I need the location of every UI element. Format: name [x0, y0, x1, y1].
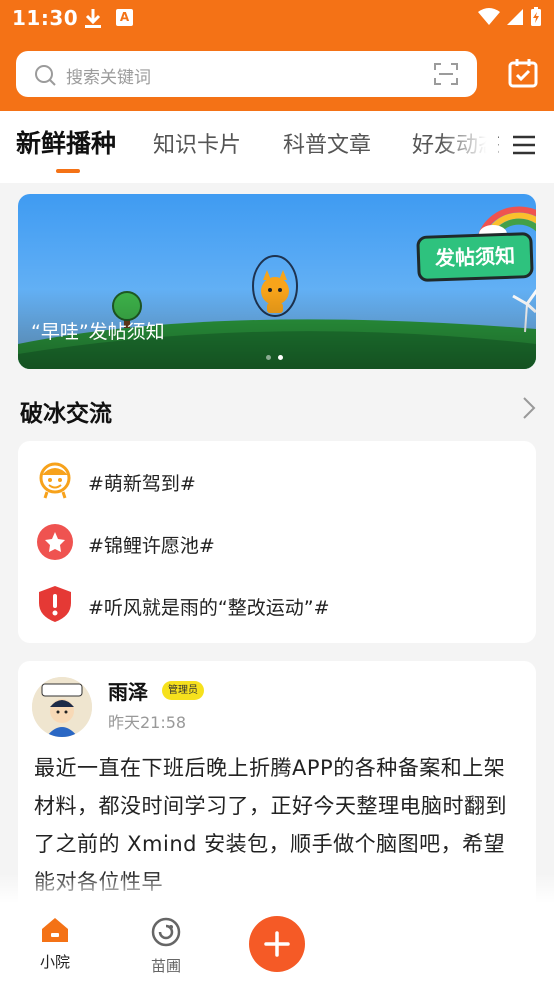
shield-alert-icon [36, 585, 74, 623]
app-notification-icon: A [116, 9, 133, 26]
menu-icon[interactable] [512, 135, 536, 159]
feed-content: 发帖须知 “早哇”发帖须知 破冰交流 #萌新驾到# #锦鲤许愿池# #听风就是雨… [0, 183, 554, 903]
home-icon [42, 918, 68, 942]
content-fade [0, 873, 554, 903]
add-post-button[interactable] [249, 916, 305, 972]
chevron-right-icon[interactable] [522, 396, 536, 424]
flower-icon [36, 523, 74, 561]
signal-icon [507, 9, 523, 25]
wifi-icon [478, 8, 500, 25]
post-card[interactable]: 雨泽 管理员 昨天21:58 最近一直在下班后晚上折腾APP的各种备案和上架材料… [18, 661, 536, 903]
nursery-icon [151, 917, 181, 947]
tab-fresh-sowing[interactable]: 新鲜播种 [16, 124, 116, 160]
banner-caption: “早哇”发帖须知 [31, 321, 165, 343]
topic-item-wishing-pool[interactable]: #锦鲤许愿池# [36, 523, 516, 563]
battery-icon [531, 7, 541, 26]
icebreak-topics-card: #萌新驾到# #锦鲤许愿池# #听风就是雨的“整改运动”# [18, 441, 536, 643]
avatar[interactable] [32, 677, 92, 737]
app-header: 11:30 A 搜索关键词 [0, 0, 554, 111]
icebreak-section-title: 破冰交流 [20, 401, 112, 427]
calendar-check-icon[interactable] [507, 57, 539, 93]
smiley-face-icon [36, 461, 74, 499]
topic-label: #听风就是雨的“整改运动”# [88, 597, 330, 619]
status-indicators [478, 7, 542, 27]
topic-item-rectification[interactable]: #听风就是雨的“整改运动”# [36, 585, 516, 625]
search-bar[interactable]: 搜索关键词 [16, 51, 477, 97]
carousel-indicator [266, 355, 283, 360]
search-icon [33, 63, 57, 91]
topic-label: #萌新驾到# [88, 473, 196, 495]
tabs-fade [440, 111, 498, 183]
admin-badge: 管理员 [162, 681, 204, 700]
topic-label: #锦鲤许愿池# [88, 535, 215, 557]
author-name[interactable]: 雨泽 [108, 676, 148, 705]
nav-label-nursery: 苗圃 [150, 957, 181, 975]
carousel-dot-active [278, 355, 283, 360]
tab-science-articles[interactable]: 科普文章 [283, 127, 371, 159]
download-icon [83, 7, 103, 33]
search-input[interactable]: 搜索关键词 [66, 63, 151, 88]
active-tab-indicator [56, 169, 80, 173]
status-bar: 11:30 A [0, 0, 554, 36]
post-timestamp: 昨天21:58 [108, 713, 187, 732]
category-tabs: 新鲜播种 知识卡片 科普文章 好友动态 [0, 111, 554, 183]
scan-icon[interactable] [433, 62, 459, 90]
banner-sign: 发帖须知 [416, 231, 534, 283]
bottom-nav: 小院 苗圃 [0, 903, 554, 984]
nav-item-nursery[interactable]: 苗圃 [136, 917, 196, 976]
plus-icon [264, 931, 290, 957]
status-time: 11:30 [12, 6, 79, 30]
carousel-dot [266, 355, 271, 360]
nav-label-yard: 小院 [39, 953, 70, 971]
banner-carousel[interactable]: 发帖须知 “早哇”发帖须知 [18, 194, 536, 369]
tab-knowledge-cards[interactable]: 知识卡片 [153, 127, 241, 159]
topic-item-newbie[interactable]: #萌新驾到# [36, 461, 516, 501]
nav-item-yard[interactable]: 小院 [25, 917, 85, 972]
